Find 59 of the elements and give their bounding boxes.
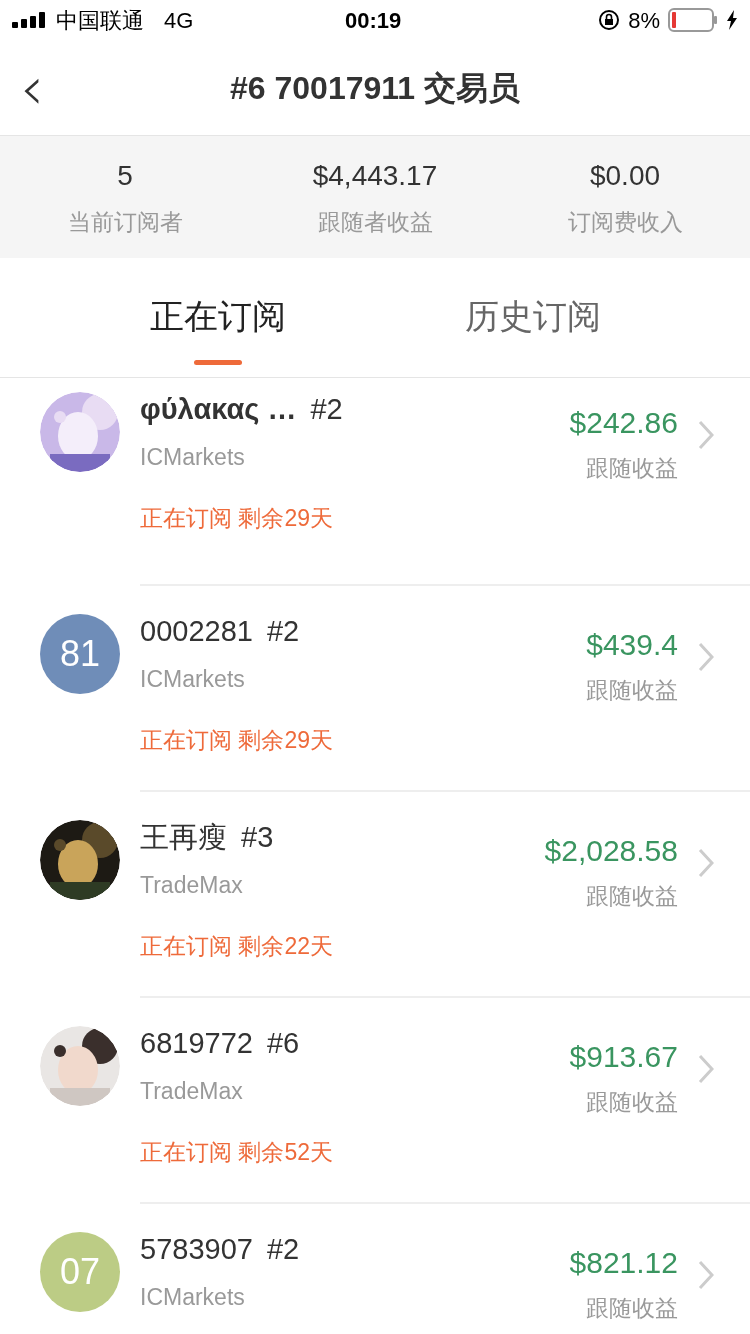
profit-label: 跟随收益 [586,454,678,483]
battery-icon [668,8,718,32]
account-number: #2 [310,392,343,428]
subscriber-name: 5783907 [140,1232,253,1268]
profit-amount: $821.12 [569,1245,678,1281]
subscription-status: 正在订阅 剩余29天 [140,725,334,755]
broker-name: TradeMax [140,871,244,900]
tab[interactable]: 历史订阅 [375,258,690,377]
chevron-right-icon [698,848,714,878]
profit-label: 跟随收益 [586,882,678,911]
subscription-status: 正在订阅 剩余52天 [140,1137,334,1167]
profit-amount: $439.4 [586,627,678,663]
broker-name: TradeMax [140,1077,244,1106]
subscriber-name: 0002281 [140,614,253,650]
stat-label: 跟随者收益 [317,207,433,237]
clock: 00:19 [345,6,402,35]
subscriber-row[interactable]: 81 0002281 #2 ICMarkets 正在订阅 剩余29天 $439.4 跟随收益 [0,584,750,790]
chevron-right-icon [698,1260,714,1290]
carrier-name: 中国联通 [56,6,144,35]
profit-amount: $242.86 [569,405,678,441]
stat-value: 5 [117,158,133,193]
back-button[interactable]: ‹ [20,57,44,118]
subscription-status: 正在订阅 剩余29天 [140,503,334,533]
avatar: 07 [40,1232,120,1312]
subscriber-name: 6819772 [140,1026,253,1062]
subscriber-row[interactable]: 07 5783907 #2 ICMarkets $821.12 跟随收益 [0,1202,750,1334]
subscriber-name: 王再瘦 [140,820,227,856]
broker-name: ICMarkets [140,665,246,694]
stat-value: $4,443.17 [312,158,438,193]
profit-amount: $2,028.58 [544,833,678,869]
broker-name: ICMarkets [140,443,246,472]
profit-label: 跟随收益 [586,1294,678,1323]
subscriber-row[interactable]: 6819772 #6 TradeMax 正在订阅 剩余52天 $913.67 跟随收益 [0,996,750,1202]
rotation-lock-icon [598,9,621,31]
stat-value: $0.00 [589,158,661,193]
subscriber-row[interactable]: φύλακας … #2 ICMarkets 正在订阅 剩余29天 $242.86 跟随收益 [0,378,750,584]
battery-percent: 8% [628,6,660,35]
chevron-right-icon [698,420,714,450]
stat-label: 订阅费收入 [567,207,683,237]
account-number: #2 [266,614,300,650]
broker-name: ICMarkets [140,1283,246,1312]
subscriber-name: φύλακας … [140,392,297,428]
signal-icon [12,12,48,28]
account-number: #2 [266,1232,300,1268]
account-number: #3 [241,820,274,856]
subscriber-row[interactable]: 王再瘦 #3 TradeMax 正在订阅 剩余22天 $2,028.58 跟随收益 [0,790,750,996]
tab[interactable]: 正在订阅 [60,258,375,377]
account-number: #6 [266,1026,300,1062]
page-title: #6 70017911 交易员 [230,68,520,108]
charging-icon [726,10,738,30]
profit-label: 跟随收益 [586,1088,678,1117]
chevron-right-icon [698,1054,714,1084]
avatar: 81 [40,614,120,694]
profit-amount: $913.67 [569,1039,678,1075]
network-type: 4G [164,6,194,35]
subscription-status: 正在订阅 剩余22天 [140,931,334,961]
chevron-right-icon [698,642,714,672]
profit-label: 跟随收益 [586,676,678,705]
stat-label: 当前订阅者 [67,207,183,237]
